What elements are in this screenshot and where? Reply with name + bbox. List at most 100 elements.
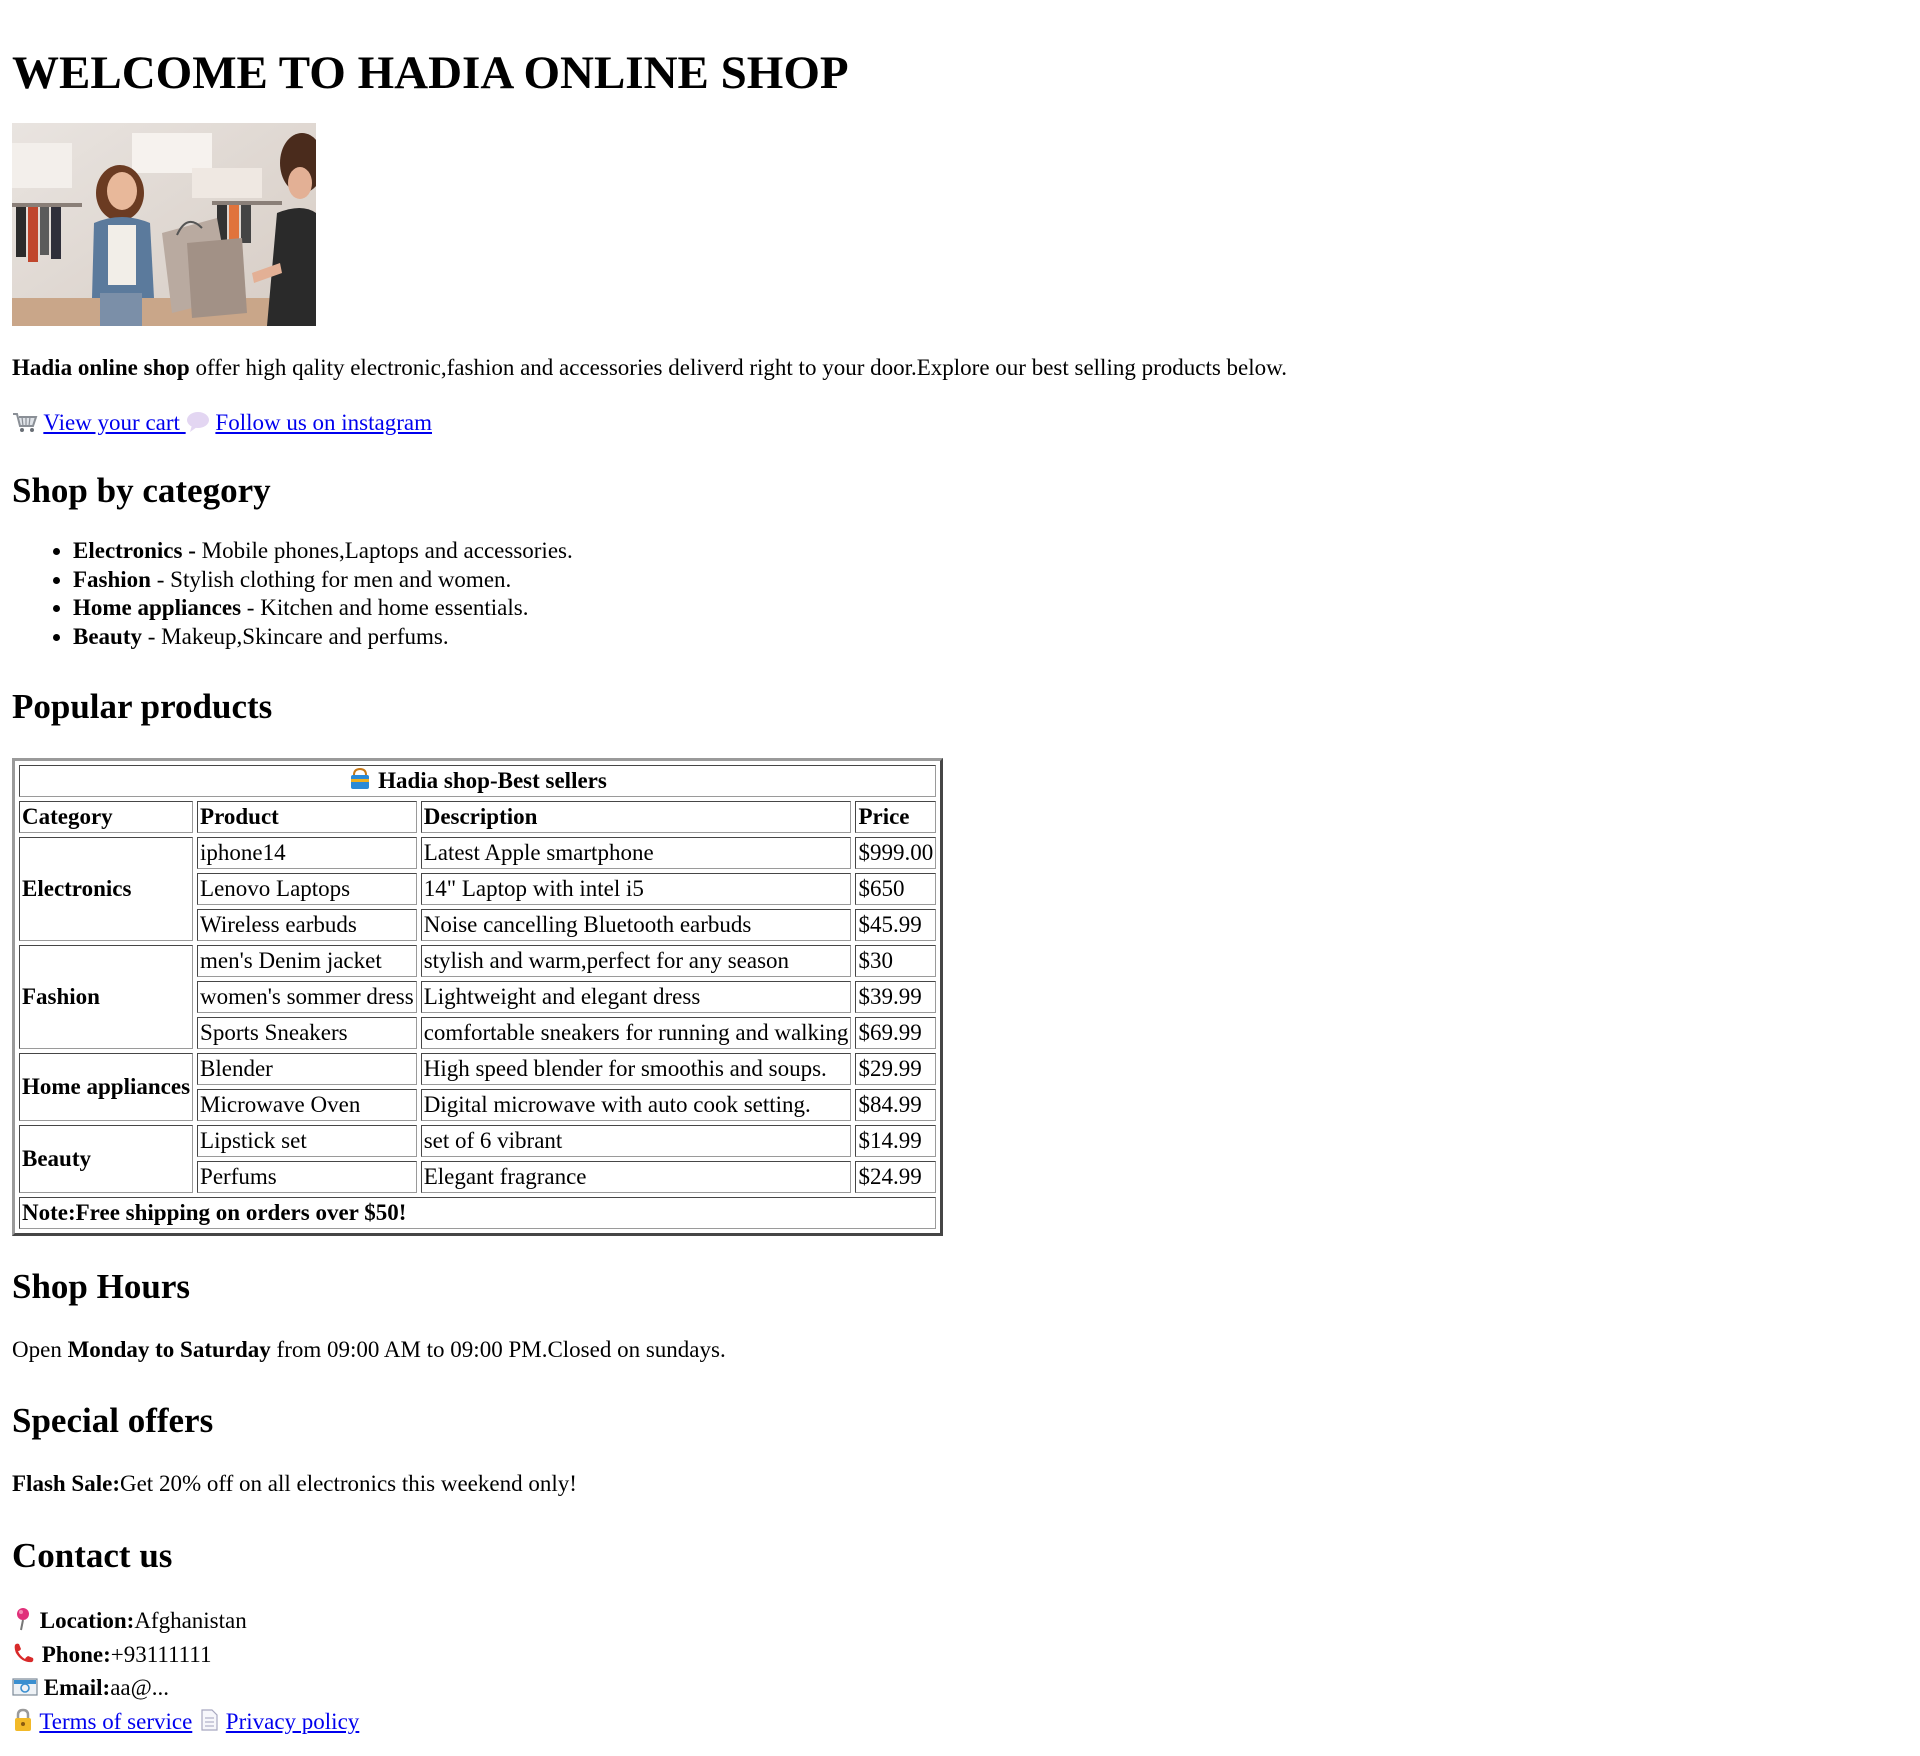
table-footer-row: Note:Free shipping on orders over $50! [19, 1197, 937, 1229]
category-desc: Stylish clothing for men and women. [170, 566, 512, 592]
product-cell: men's Denim jacket [197, 945, 417, 977]
category-name: Fashion [73, 566, 151, 592]
category-separator: - [142, 623, 162, 649]
category-cell: Home appliances [19, 1053, 194, 1121]
list-item: Beauty - Makeup,Skincare and perfums. [73, 623, 1908, 652]
phone-value: +93111111 [110, 1641, 212, 1667]
table-row: Beauty Lipstick set set of 6 vibrant $14… [19, 1125, 937, 1193]
description-cell: set of 6 vibrant [420, 1125, 852, 1157]
price-cell: $14.99 [855, 1125, 937, 1157]
description-cell: Digital microwave with auto cook setting… [420, 1089, 852, 1121]
description-cell: High speed blender for smoothis and soup… [420, 1053, 852, 1085]
contact-policies: Terms of service Privacy policy [12, 1705, 1908, 1739]
view-cart-link[interactable]: View your cart [43, 410, 185, 435]
category-separator: - [150, 566, 171, 592]
email-label: Email: [43, 1675, 111, 1700]
price-cell: $84.99 [855, 1089, 937, 1121]
product-cell: Lipstick set [197, 1125, 417, 1157]
best-sellers-table: Hadia shop-Best sellers Category Product… [12, 758, 944, 1236]
price-cell: $24.99 [855, 1161, 937, 1193]
hours-prefix: Open [12, 1337, 68, 1362]
price-cell: $30 [855, 945, 937, 977]
price-cell: $39.99 [855, 981, 937, 1013]
product-cell: Perfums [197, 1161, 417, 1193]
pushpin-icon [17, 1608, 29, 1631]
flash-sale-label: Flash Sale: [12, 1471, 120, 1496]
column-header-category: Category [19, 801, 194, 833]
table-header-row: Category Product Description Price [19, 801, 937, 833]
speech-bubble-icon [186, 412, 209, 432]
category-name: Electronics [73, 538, 183, 563]
product-cell: Wireless earbuds [197, 909, 417, 941]
product-cell: Blender [197, 1053, 417, 1085]
category-cell: Beauty [19, 1125, 194, 1193]
special-offers-text: Flash Sale:Get 20% off on all electronic… [12, 1469, 1908, 1498]
location-value: Afghanistan [134, 1608, 247, 1633]
table-row: Home appliances Blender High speed blend… [19, 1053, 937, 1121]
shop-hours-heading: Shop Hours [12, 1267, 190, 1306]
hours-suffix: from 09:00 AM to 09:00 PM.Closed on sund… [270, 1337, 726, 1362]
table-row: Electronics iphone14 Latest Apple smartp… [19, 837, 937, 941]
category-name: Home appliances [73, 595, 242, 620]
envelope-icon [12, 1678, 38, 1696]
document-icon [201, 1708, 218, 1731]
description-cell: comfortable sneakers for running and wal… [420, 1017, 852, 1049]
category-separator: - [182, 538, 202, 563]
description-cell: Noise cancelling Bluetooth earbuds [420, 909, 852, 941]
category-heading: Shop by category [12, 471, 271, 510]
column-header-description: Description [420, 801, 852, 833]
category-desc: Makeup,Skincare and perfums. [161, 623, 449, 649]
list-item: Fashion - Stylish clothing for men and w… [73, 566, 1908, 595]
price-cell: $45.99 [855, 909, 937, 941]
table-row: Fashion men's Denim jacket stylish and w… [19, 945, 937, 1049]
shop-hours-text: Open Monday to Saturday from 09:00 AM to… [12, 1335, 1908, 1364]
description-cell: 14" Laptop with intel i5 [420, 873, 852, 905]
category-name: Beauty [73, 623, 142, 649]
terms-of-service-link[interactable]: Terms of service [39, 1709, 192, 1734]
price-cell: $650 [855, 873, 937, 905]
lock-icon [15, 1708, 31, 1731]
category-list: Electronics - Mobile phones,Laptops and … [12, 537, 1908, 651]
location-label: Location: [39, 1608, 135, 1633]
instagram-link[interactable]: Follow us on instagram [215, 410, 432, 435]
table-caption-row: Hadia shop-Best sellers [19, 765, 937, 797]
shopping-bag-icon [351, 767, 370, 789]
column-header-product: Product [197, 801, 417, 833]
category-cell: Electronics [19, 837, 194, 941]
intro-text: offer high qality electronic,fashion and… [189, 355, 1288, 380]
contact-email: Email:aa@... [12, 1671, 1908, 1705]
quick-links: View your cart Follow us on instagram [12, 408, 1908, 437]
description-cell: Elegant fragrance [420, 1161, 852, 1193]
shopping-cart-icon [13, 413, 38, 432]
table-caption: Hadia shop-Best sellers [19, 765, 937, 797]
telephone-icon [14, 1643, 34, 1662]
category-separator: - [241, 595, 261, 620]
product-cell: iphone14 [197, 837, 417, 869]
product-cell: Sports Sneakers [197, 1017, 417, 1049]
shipping-note: Note:Free shipping on orders over $50! [19, 1197, 937, 1229]
table-caption-text: Hadia shop-Best sellers [378, 768, 607, 793]
column-header-price: Price [855, 801, 937, 833]
phone-label: Phone: [41, 1641, 111, 1667]
product-cell: women's sommer dress [197, 981, 417, 1013]
contact-heading: Contact us [12, 1536, 173, 1575]
price-cell: $29.99 [855, 1053, 937, 1085]
category-desc: Mobile phones,Laptops and accessories. [201, 538, 573, 563]
list-item: Home appliances - Kitchen and home essen… [73, 594, 1908, 623]
price-cell: $999.00 [855, 837, 937, 869]
special-offers-heading: Special offers [12, 1401, 214, 1440]
flash-sale-text: Get 20% off on all electronics this week… [119, 1471, 577, 1496]
intro-paragraph: Hadia online shop offer high qality elec… [12, 353, 1908, 382]
category-cell: Fashion [19, 945, 194, 1049]
shop-name: Hadia online shop [12, 355, 190, 380]
shopping-photo [12, 123, 316, 326]
product-cell: Microwave Oven [197, 1089, 417, 1121]
hours-days: Monday to Saturday [67, 1337, 271, 1362]
privacy-policy-link[interactable]: Privacy policy [226, 1709, 360, 1734]
contact-location: Location:Afghanistan [12, 1604, 1908, 1638]
email-value: aa@... [110, 1675, 170, 1700]
description-cell: Latest Apple smartphone [420, 837, 852, 869]
description-cell: Lightweight and elegant dress [420, 981, 852, 1013]
list-item: Electronics - Mobile phones,Laptops and … [73, 537, 1908, 566]
product-cell: Lenovo Laptops [197, 873, 417, 905]
